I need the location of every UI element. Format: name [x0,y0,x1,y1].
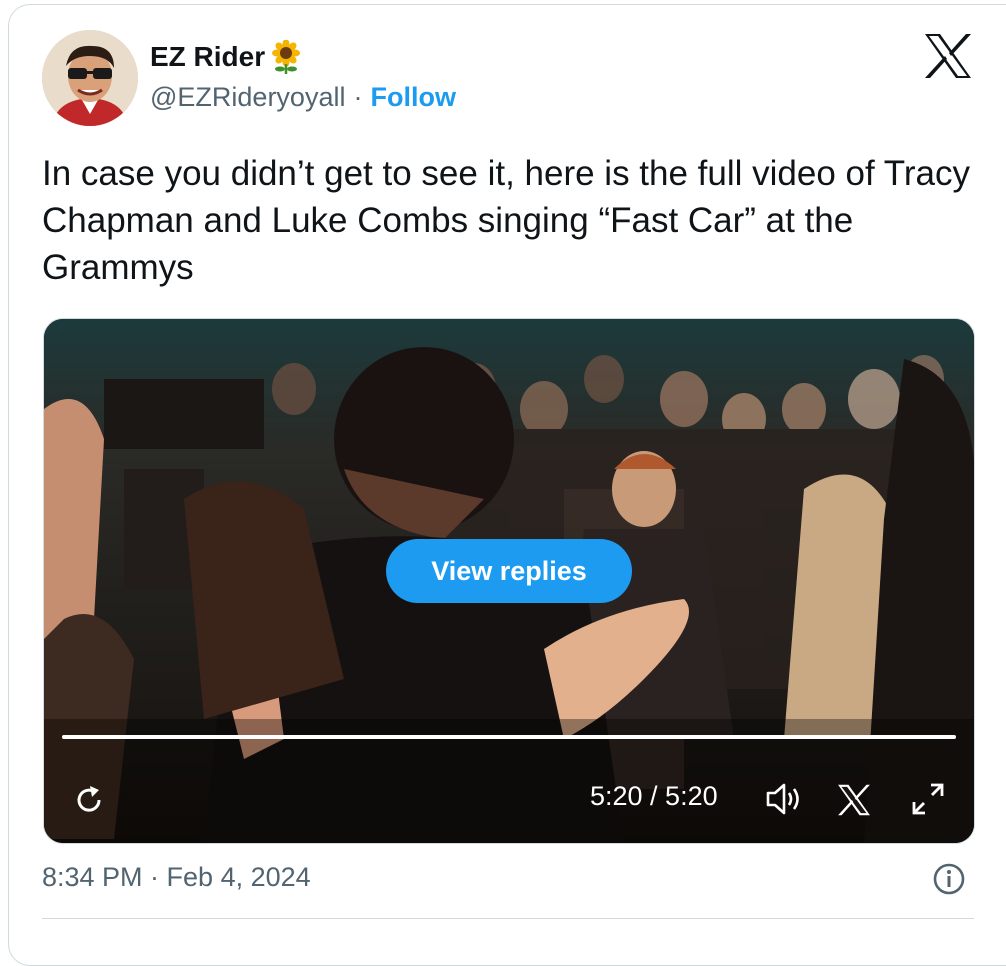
sunflower-emoji-icon [272,40,301,74]
video-time-display: 5:20 / 5:20 [590,781,718,811]
author-handle-row: @EZRideryoyall · Follow [150,82,456,113]
author-name-row[interactable]: EZ Rider [150,40,303,74]
x-logo-icon[interactable] [922,32,974,80]
video-player[interactable]: View replies 5:20 / 5:20 [43,318,975,844]
info-icon[interactable] [932,862,966,896]
fullscreen-icon[interactable] [910,781,946,817]
x-logo-player-icon[interactable] [836,783,872,817]
divider [42,918,974,919]
video-progress-fill [62,735,956,739]
follow-button[interactable]: Follow [370,82,455,113]
view-replies-button[interactable]: View replies [386,539,632,603]
tweet-timestamp[interactable]: 8:34 PM · Feb 4, 2024 [42,862,311,893]
author-name[interactable]: EZ Rider [150,41,265,73]
video-progress-bar[interactable] [62,735,956,739]
tweet-text: In case you didn’t get to see it, here i… [42,154,971,287]
author-handle[interactable]: @EZRideryoyall [150,82,345,113]
replay-icon[interactable] [72,783,106,817]
separator: · [353,82,363,112]
volume-icon[interactable] [764,781,804,817]
avatar[interactable] [42,30,138,126]
